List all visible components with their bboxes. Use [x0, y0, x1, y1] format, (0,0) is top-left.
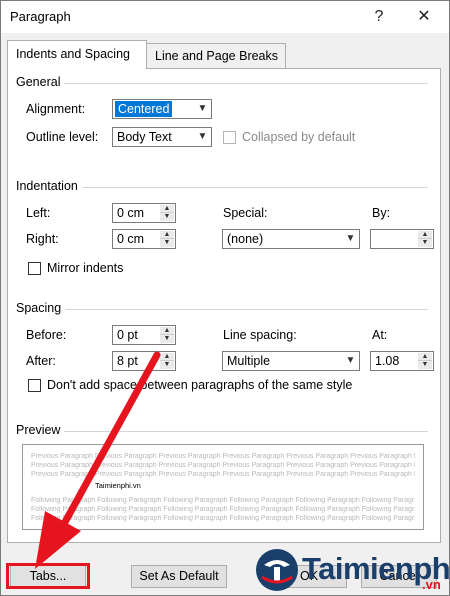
- logo-mark-icon: [256, 549, 298, 591]
- tab-indents-and-spacing[interactable]: Indents and Spacing: [7, 40, 147, 69]
- watermark-suffix: .vn: [422, 577, 441, 592]
- paragraph-dialog: Paragraph ? ✕ Indents and Spacing Line a…: [0, 0, 450, 596]
- annotation-arrow-layer: [35, 351, 161, 569]
- tab-label: Indents and Spacing: [16, 47, 130, 61]
- taimienphi-watermark: Taimienphi .vn: [254, 547, 449, 593]
- red-arrow-icon: [35, 351, 161, 569]
